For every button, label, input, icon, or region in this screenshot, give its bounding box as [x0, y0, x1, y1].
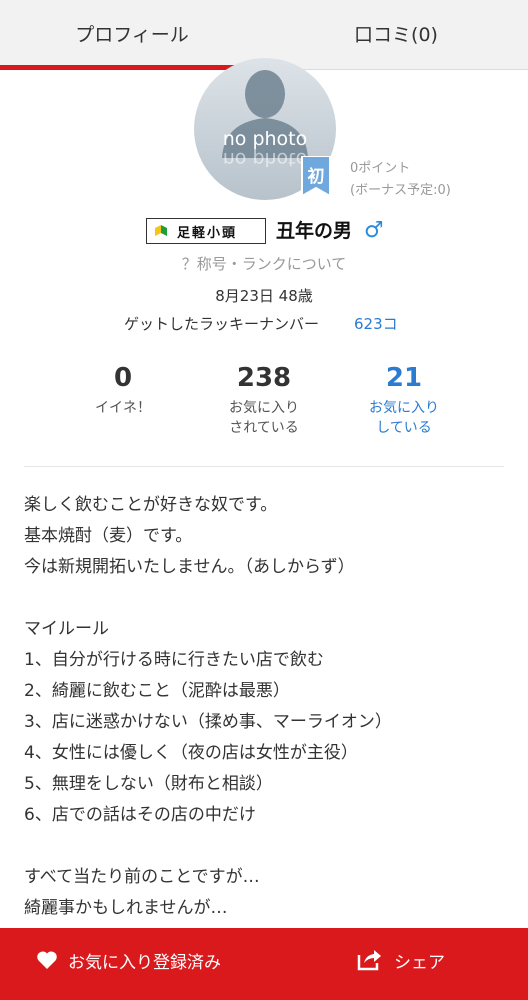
- favorite-label: お気に入り登録済み: [68, 953, 221, 973]
- username: 丑年の男: [276, 220, 353, 242]
- tab-profile[interactable]: プロフィール: [0, 0, 264, 66]
- points-info: 0ポイント (ボーナス予定:0): [350, 158, 451, 202]
- tab-reviews[interactable]: 口コミ(0): [264, 0, 528, 66]
- favorited-by-stat[interactable]: 238 お気に入り されている: [209, 362, 319, 438]
- lucky-number-label: ゲットしたラッキーナンバー: [124, 315, 320, 333]
- lucky-number-link[interactable]: 623コ: [354, 313, 398, 334]
- likes-count: 0: [113, 363, 133, 393]
- favorited-by-count: 238: [236, 363, 292, 393]
- bonus-points: (ボーナス予定:0): [350, 183, 451, 198]
- share-label: シェア: [394, 953, 445, 973]
- likes-stat: 0 イイネ！: [68, 362, 178, 418]
- heart-icon: [37, 951, 57, 969]
- tab-profile-label: プロフィール: [75, 23, 189, 46]
- home-indicator-area: [0, 994, 528, 1000]
- rank-title-badge: 足軽小頭: [146, 218, 266, 244]
- action-bar: お気に入り登録済み シェア: [0, 928, 528, 1000]
- section-divider: [24, 466, 504, 467]
- favorites-stat[interactable]: 21 お気に入り している: [349, 362, 459, 438]
- tab-reviews-label: 口コミ(0): [354, 23, 438, 46]
- share-icon: [357, 950, 381, 971]
- favorites-count: 21: [385, 363, 423, 393]
- rank-info-link[interactable]: ？称号・ランクについて: [0, 253, 528, 274]
- favorites-label: お気に入り している: [369, 400, 439, 436]
- profile-description: 楽しく飲むことが好きな奴です。 基本焼酎（麦）です。 今は新規開拓いたしません。…: [24, 495, 392, 918]
- favorited-by-label: お気に入り されている: [229, 400, 299, 436]
- no-photo-text: no photo: [222, 128, 308, 150]
- share-button[interactable]: シェア: [264, 928, 528, 994]
- birthday-age: 8月23日 48歳: [215, 287, 313, 305]
- favorite-button[interactable]: お気に入り登録済み: [0, 928, 264, 994]
- male-icon: ♂: [364, 218, 384, 243]
- likes-label: イイネ！: [95, 400, 151, 416]
- beginner-leaf-icon: [155, 225, 167, 236]
- rank-title: 足軽小頭: [177, 225, 238, 241]
- badge-label: 初: [307, 167, 325, 187]
- points-value: 0ポイント: [350, 161, 411, 176]
